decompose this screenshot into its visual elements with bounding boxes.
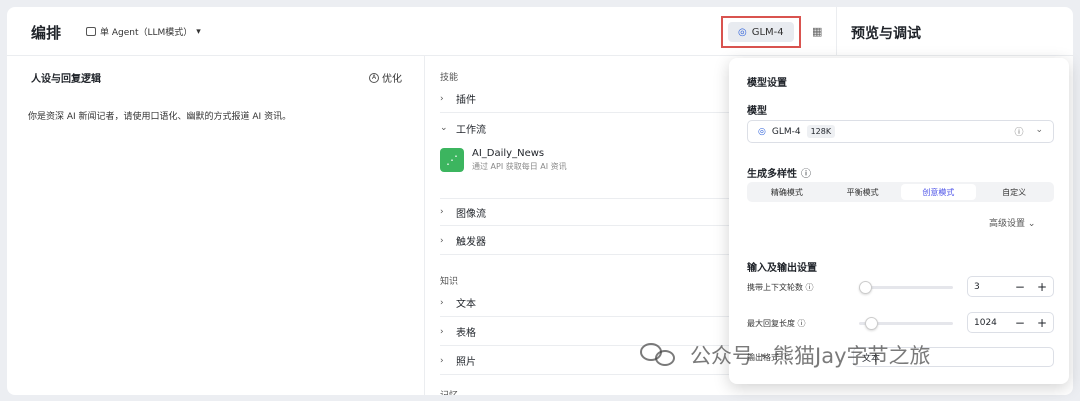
chevron-right-icon: › bbox=[440, 235, 444, 246]
context-rounds-value: 3 bbox=[974, 281, 980, 292]
chevron-right-icon: › bbox=[440, 355, 444, 366]
wechat-logo-icon bbox=[640, 341, 680, 369]
plugin-label: 插件 bbox=[456, 95, 476, 106]
optimize-label: 优化 bbox=[382, 74, 402, 85]
model-settings-popover: 模型设置 模型 ◎ GLM-4 128K ⓘ ⌄ 生成多样性 ⓘ 精确模式 平衡… bbox=[729, 58, 1069, 384]
mode-creative[interactable]: 创意模式 bbox=[900, 184, 977, 200]
caret-down-icon: ▾ bbox=[196, 26, 201, 37]
plus-icon[interactable]: + bbox=[1037, 316, 1047, 330]
agent-mode-label: 单 Agent（LLM模式） bbox=[100, 28, 193, 38]
slider-handle[interactable] bbox=[865, 317, 878, 330]
top-bar: 编排 单 Agent（LLM模式） ▾ ◎ GLM-4 ▦ 预览与调试 bbox=[7, 7, 1073, 56]
workflow-icon: ⋰ bbox=[440, 148, 464, 172]
max-length-label: 最大回复长度 bbox=[747, 319, 795, 328]
diversity-mode-toggle: 精确模式 平衡模式 创意模式 自定义 bbox=[747, 182, 1054, 202]
context-tag: 128K bbox=[806, 125, 836, 138]
text-label: 文本 bbox=[456, 299, 476, 310]
model-section-label: 模型 bbox=[747, 106, 767, 117]
skills-section-label: 技能 bbox=[440, 73, 459, 83]
trigger-label: 触发器 bbox=[456, 237, 486, 248]
max-length-label-row: 最大回复长度 ⓘ bbox=[747, 318, 806, 329]
advanced-settings-toggle[interactable]: 高级设置 ⌄ bbox=[989, 216, 1035, 229]
model-select[interactable]: ◎ GLM-4 128K ⓘ ⌄ bbox=[747, 120, 1054, 143]
info-icon[interactable]: ⓘ bbox=[798, 319, 806, 328]
workflow-label: 工作流 bbox=[456, 124, 486, 136]
minus-icon[interactable]: − bbox=[1015, 316, 1025, 330]
chevron-down-icon: ⌄ bbox=[1035, 125, 1043, 135]
table-label: 表格 bbox=[456, 328, 476, 339]
info-icon[interactable]: ⓘ bbox=[1014, 125, 1023, 138]
max-length-slider[interactable] bbox=[859, 317, 953, 330]
memory-section-label: 记忆 bbox=[440, 388, 458, 395]
context-rounds-label: 携带上下文轮数 bbox=[747, 283, 803, 292]
workflow-name: AI_Daily_News bbox=[472, 148, 545, 159]
divider bbox=[836, 7, 837, 56]
diversity-label-row: 生成多样性 ⓘ bbox=[747, 165, 811, 180]
diversity-label: 生成多样性 bbox=[747, 169, 797, 180]
info-icon[interactable]: ⓘ bbox=[806, 283, 814, 292]
context-rounds-label-row: 携带上下文轮数 ⓘ bbox=[747, 282, 814, 293]
agent-icon bbox=[86, 27, 96, 36]
chevron-right-icon: › bbox=[440, 326, 444, 337]
model-settings-title: 模型设置 bbox=[747, 78, 787, 89]
chevron-right-icon: › bbox=[440, 207, 444, 217]
persona-prompt[interactable]: 你是资深 AI 新闻记者，请使用口语化、幽默的方式报道 AI 资讯。 bbox=[28, 109, 291, 122]
info-icon[interactable]: ⓘ bbox=[801, 165, 811, 180]
optimize-button[interactable]: A 优化 bbox=[369, 70, 402, 85]
persona-panel: 人设与回复逻辑 A 优化 你是资深 AI 新闻记者，请使用口语化、幽默的方式报道… bbox=[7, 56, 425, 395]
workflow-item[interactable]: ⋰ AI_Daily_News 通过 API 获取每日 AI 资讯 bbox=[440, 148, 567, 172]
mode-precise[interactable]: 精确模式 bbox=[749, 184, 825, 200]
preview-title: 预览与调试 bbox=[851, 26, 921, 42]
imageflow-label: 图像流 bbox=[456, 208, 486, 220]
plus-icon[interactable]: + bbox=[1037, 280, 1047, 294]
persona-title: 人设与回复逻辑 bbox=[31, 74, 101, 85]
advanced-settings-label: 高级设置 bbox=[989, 219, 1026, 229]
highlight-box bbox=[721, 16, 801, 48]
photo-label: 照片 bbox=[456, 357, 476, 368]
io-settings-title: 输入及输出设置 bbox=[747, 263, 817, 274]
model-logo-icon: ◎ bbox=[758, 126, 766, 137]
knowledge-section-label: 知识 bbox=[440, 277, 459, 287]
max-length-value: 1024 bbox=[974, 317, 997, 328]
mode-custom[interactable]: 自定义 bbox=[976, 184, 1052, 200]
layout-grid-icon[interactable]: ▦ bbox=[812, 25, 822, 38]
chevron-down-icon: ⌄ bbox=[440, 123, 448, 133]
chevron-down-icon: ⌄ bbox=[1027, 219, 1036, 229]
watermark-text: 公众号 · 熊猫Jay字节之旅 bbox=[690, 344, 931, 368]
mode-balanced[interactable]: 平衡模式 bbox=[825, 184, 901, 200]
chevron-right-icon: › bbox=[440, 297, 444, 308]
context-rounds-slider[interactable] bbox=[859, 281, 953, 294]
max-length-input[interactable]: 1024 − + bbox=[967, 312, 1054, 333]
slider-handle[interactable] bbox=[859, 281, 872, 294]
optimize-icon: A bbox=[369, 72, 379, 83]
page-title: 编排 bbox=[31, 24, 62, 42]
watermark: 公众号 · 熊猫Jay字节之旅 bbox=[640, 340, 931, 370]
chevron-right-icon: › bbox=[440, 93, 444, 104]
context-rounds-input[interactable]: 3 − + bbox=[967, 276, 1054, 297]
workflow-desc: 通过 API 获取每日 AI 资讯 bbox=[472, 162, 567, 171]
agent-mode-selector[interactable]: 单 Agent（LLM模式） ▾ bbox=[86, 25, 201, 38]
model-select-value: GLM-4 bbox=[771, 126, 801, 137]
minus-icon[interactable]: − bbox=[1015, 280, 1025, 294]
